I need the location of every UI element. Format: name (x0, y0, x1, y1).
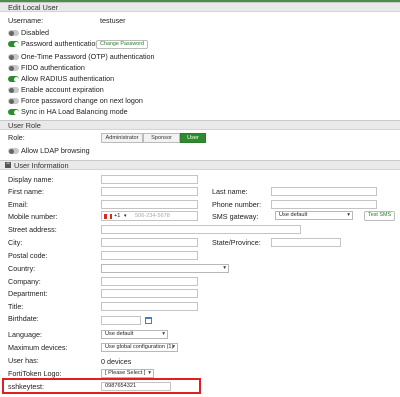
user-information-header[interactable]: User Information (0, 160, 400, 170)
ldap-browsing-label: Allow LDAP browsing (21, 146, 90, 155)
radius-auth-toggle[interactable] (8, 76, 19, 82)
last-name-label: Last name: (212, 187, 248, 196)
sshkeytest-value: 0987654321 (105, 383, 137, 389)
fido-auth-toggle[interactable] (8, 65, 19, 71)
max-devices-select[interactable]: Use global configuration (1) ▾ (101, 343, 178, 352)
department-input[interactable] (101, 289, 198, 298)
mobile-input[interactable]: +1 ▾ 506-234-5678 (101, 211, 198, 221)
chevron-down-icon: ▾ (347, 212, 350, 218)
disabled-label: Disabled (21, 28, 49, 37)
password-auth-label: Password authentication (21, 39, 100, 48)
company-input[interactable] (101, 277, 198, 286)
user-information-title: User Information (14, 161, 69, 170)
department-label: Department: (8, 289, 48, 298)
role-option-user[interactable]: User (180, 133, 206, 143)
city-label: City: (8, 238, 23, 247)
country-select[interactable]: ▾ (101, 264, 229, 273)
test-sms-button[interactable]: Test SMS (364, 211, 396, 221)
state-label: State/Province: (212, 238, 261, 247)
disabled-toggle[interactable] (8, 30, 19, 36)
sms-gateway-select[interactable]: Use default ▾ (275, 211, 353, 220)
ldap-browsing-toggle[interactable] (8, 148, 19, 154)
chevron-down-icon: ▾ (148, 370, 151, 376)
force-password-change-toggle[interactable] (8, 98, 19, 104)
language-value: Use default (105, 331, 134, 337)
role-option-sponsor[interactable]: Sponsor (143, 133, 180, 143)
sms-gateway-value: Use default (279, 212, 308, 218)
title-input[interactable] (101, 302, 198, 311)
country-code-caret-icon[interactable]: ▾ (124, 213, 127, 220)
force-password-change-label: Force password change on next logon (21, 96, 143, 105)
birthdate-label: Birthdate: (8, 314, 39, 323)
country-code[interactable]: +1 (114, 213, 120, 220)
fortitoken-value: [ Please Select ] (105, 370, 146, 376)
last-name-input[interactable] (271, 187, 377, 196)
state-input[interactable] (271, 238, 341, 247)
fortitoken-select[interactable]: [ Please Select ] ▾ (101, 369, 154, 378)
user-has-label: User has: (8, 356, 39, 365)
chevron-down-icon: ▾ (162, 331, 165, 337)
sshkeytest-input[interactable]: 0987654321 (101, 382, 171, 391)
account-expiration-label: Enable account expiration (21, 85, 104, 94)
username-label: Username: (8, 16, 44, 25)
email-label: Email: (8, 200, 28, 209)
fortitoken-label: FortiToken Logo: (8, 369, 62, 378)
mobile-label: Mobile number: (8, 212, 58, 221)
max-devices-value: Use global configuration (1) (105, 344, 174, 350)
postal-label: Postal code: (8, 251, 48, 260)
display-name-label: Display name: (8, 175, 54, 184)
sms-gateway-label: SMS gateway: (212, 212, 259, 221)
calendar-icon[interactable] (145, 317, 152, 324)
change-password-button[interactable]: Change Password (96, 40, 149, 49)
account-expiration-toggle[interactable] (8, 87, 19, 93)
user-has-value: 0 devices (101, 357, 132, 366)
language-label: Language: (8, 330, 42, 339)
postal-input[interactable] (101, 251, 198, 260)
radius-auth-label: Allow RADIUS authentication (21, 74, 115, 83)
password-auth-toggle[interactable] (8, 41, 19, 47)
username-value: testuser (100, 16, 126, 25)
birthdate-input[interactable] (101, 316, 141, 325)
max-devices-label: Maximum devices: (8, 343, 68, 352)
role-option-administrator[interactable]: Administrator (101, 133, 143, 143)
collapse-icon[interactable]: − (5, 161, 11, 168)
company-label: Company: (8, 277, 41, 286)
sshkeytest-label: sshkeytest: (8, 382, 44, 391)
first-name-label: First name: (8, 187, 44, 196)
edit-local-user-header: Edit Local User (0, 2, 400, 12)
canada-flag-icon[interactable] (104, 214, 112, 219)
email-input[interactable] (101, 200, 198, 209)
phone-label: Phone number: (212, 200, 262, 209)
fido-auth-label: FIDO authentication (21, 63, 85, 72)
country-label: Country: (8, 264, 36, 273)
city-input[interactable] (101, 238, 198, 247)
street-label: Street address: (8, 225, 57, 234)
ha-sync-label: Sync in HA Load Balancing mode (21, 107, 128, 116)
street-input[interactable] (101, 225, 301, 234)
display-name-input[interactable] (101, 175, 198, 184)
first-name-input[interactable] (101, 187, 198, 196)
title-label: Title: (8, 302, 24, 311)
otp-auth-toggle[interactable] (8, 54, 19, 60)
chevron-down-icon: ▾ (172, 344, 175, 350)
otp-auth-label: One-Time Password (OTP) authentication (21, 52, 155, 61)
phone-input[interactable] (271, 200, 377, 209)
ha-sync-toggle[interactable] (8, 109, 19, 115)
role-label: Role: (8, 133, 25, 142)
user-role-header: User Role (0, 120, 400, 130)
mobile-placeholder: 506-234-5678 (135, 213, 170, 219)
language-select[interactable]: Use default ▾ (101, 330, 168, 339)
chevron-down-icon: ▾ (223, 265, 226, 271)
